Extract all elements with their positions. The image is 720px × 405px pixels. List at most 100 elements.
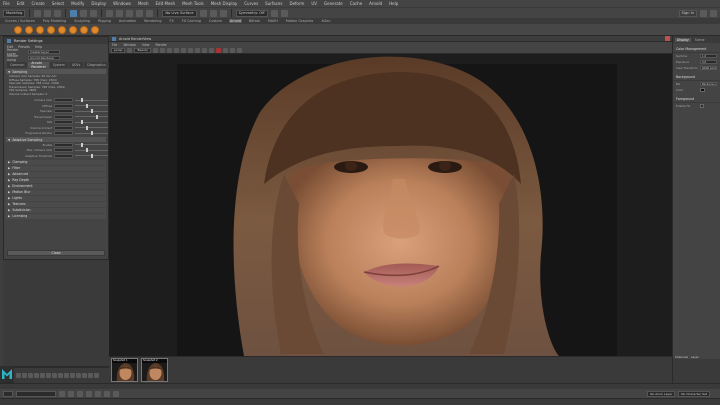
snap-view-icon[interactable]: [136, 9, 144, 17]
slider-knob[interactable]: [91, 153, 94, 158]
collapsed-section-header[interactable]: ▶ Advanced: [6, 171, 106, 177]
arnold-area-light-icon[interactable]: [25, 25, 33, 34]
shelf-tab[interactable]: Curves / Surfaces: [4, 19, 36, 23]
mode-dropdown[interactable]: Modeling: [3, 9, 26, 17]
property-value[interactable]: [54, 109, 74, 114]
collapsed-section-header[interactable]: ▶ Textures: [6, 201, 106, 207]
menu-item[interactable]: Help: [389, 1, 398, 6]
property-slider[interactable]: [75, 142, 108, 147]
toggle-icon[interactable]: [104, 390, 110, 397]
arnold-physical-sky-icon[interactable]: [69, 25, 77, 34]
shelf-tab[interactable]: Bifrost: [248, 19, 261, 23]
paint-select-icon[interactable]: [90, 9, 98, 17]
color-swatch[interactable]: [700, 87, 705, 93]
green-channel-icon[interactable]: [174, 47, 180, 53]
step-forward-icon[interactable]: [40, 373, 45, 378]
snapshot-thumbnail[interactable]: Snapshot 2: [141, 358, 168, 382]
color-management-header[interactable]: Color Management: [673, 43, 720, 53]
anim-layer-dropdown[interactable]: No Anim Layer: [647, 390, 676, 397]
collapsed-section-header[interactable]: ▶ Lights: [6, 195, 106, 201]
snap-curve-icon[interactable]: [116, 9, 124, 17]
render-layer-dropdown[interactable]: masterLayer: [28, 49, 60, 55]
property-value[interactable]: [54, 131, 74, 136]
settings-tab[interactable]: System: [49, 62, 68, 68]
property-slider[interactable]: [75, 114, 108, 119]
shelf-tab[interactable]: Motion Graphics: [285, 19, 315, 23]
menu-item[interactable]: Create: [31, 1, 44, 6]
property-value[interactable]: [54, 120, 74, 125]
shelf-tab[interactable]: Sculpting: [73, 19, 91, 23]
shelf-tab[interactable]: Rigging: [97, 19, 112, 23]
slider-knob[interactable]: [81, 98, 84, 103]
render-settings-titlebar[interactable]: Render Settings: [4, 37, 108, 44]
attribute-value[interactable]: 0.0: [700, 59, 717, 65]
autokey-icon[interactable]: [64, 373, 69, 378]
property-value[interactable]: [54, 103, 74, 108]
menu-item[interactable]: Curves: [244, 1, 258, 6]
camera-dropdown[interactable]: persp: [111, 47, 126, 53]
collapsed-section-header[interactable]: ▶ Licensing: [6, 213, 106, 219]
go-to-start-icon[interactable]: [16, 373, 21, 378]
slider-knob[interactable]: [96, 114, 99, 119]
go-to-end-icon[interactable]: [46, 373, 51, 378]
toggle-panel-icon[interactable]: [700, 9, 707, 17]
property-value[interactable]: [54, 142, 74, 147]
aov-dropdown[interactable]: Beauty: [134, 47, 152, 53]
collapsed-section-header[interactable]: ▶ Filter: [6, 165, 106, 171]
select-tool-icon[interactable]: [70, 9, 78, 17]
mel-dropdown[interactable]: [3, 390, 13, 397]
attribute-editor-icon[interactable]: [280, 9, 288, 17]
shelf-tab[interactable]: Rendering: [143, 19, 162, 23]
slider-knob[interactable]: [81, 142, 84, 147]
save-scene-icon[interactable]: [54, 9, 62, 17]
toggle-icon[interactable]: [86, 390, 92, 397]
property-value[interactable]: [54, 98, 74, 103]
shelf-tab[interactable]: FX: [169, 19, 175, 23]
new-scene-icon[interactable]: [34, 9, 42, 17]
menu-item[interactable]: Window: [123, 43, 136, 47]
settings-tab[interactable]: AOVs: [68, 62, 84, 68]
property-slider[interactable]: [75, 125, 108, 130]
loop-icon[interactable]: [52, 373, 57, 378]
anim-icon[interactable]: [94, 373, 99, 378]
render-using-dropdown[interactable]: Arnold Renderer: [28, 55, 60, 61]
command-input[interactable]: [16, 390, 56, 397]
collapsed-section-header[interactable]: ▶ Clamping: [6, 159, 106, 165]
sound-icon[interactable]: [76, 373, 81, 378]
slider-knob[interactable]: [91, 109, 94, 114]
property-slider[interactable]: [75, 109, 108, 114]
menu-item[interactable]: Edit: [17, 1, 25, 6]
arnold-flush-cache-icon[interactable]: [91, 25, 99, 34]
snap-point-icon[interactable]: [126, 9, 134, 17]
menu-item[interactable]: Surfaces: [265, 1, 282, 6]
stop-icon[interactable]: [216, 47, 222, 53]
attribute-value[interactable]: 1.0: [700, 53, 717, 59]
channel-box-tab[interactable]: Layer: [691, 355, 699, 359]
arnold-mesh-light-icon[interactable]: [47, 25, 55, 34]
fps-icon[interactable]: [88, 373, 93, 378]
slider-knob[interactable]: [86, 103, 89, 108]
play-back-icon[interactable]: [28, 373, 33, 378]
red-channel-icon[interactable]: [167, 47, 173, 53]
menu-item[interactable]: Select: [52, 1, 64, 6]
channel-box-tab[interactable]: Channels: [675, 355, 688, 359]
live-surface-dropdown[interactable]: No Live Surface: [162, 9, 197, 17]
render-icon[interactable]: [127, 47, 133, 53]
ab-compare-icon[interactable]: [202, 47, 208, 53]
menu-item[interactable]: Cache: [350, 1, 362, 6]
play-icon[interactable]: [209, 47, 215, 53]
toggle-panel-icon[interactable]: [710, 9, 717, 17]
settings-tab[interactable]: Arnold Renderer: [28, 61, 49, 69]
menu-item[interactable]: Mesh Tools: [182, 1, 204, 6]
settings-tab[interactable]: Common: [7, 62, 28, 68]
menu-item[interactable]: Render: [156, 43, 167, 47]
symmetry-dropdown[interactable]: Symmetry: Off: [235, 9, 268, 17]
toggle-icon[interactable]: [95, 390, 101, 397]
collapsed-section-header[interactable]: ▶ Subdivision: [6, 207, 106, 213]
key-icon[interactable]: [58, 373, 63, 378]
lock-icon[interactable]: [230, 47, 236, 53]
property-value[interactable]: [54, 153, 74, 158]
menu-item[interactable]: Display: [91, 1, 106, 6]
foreground-header[interactable]: Foreground: [673, 93, 720, 103]
arnold-standin-icon[interactable]: [80, 25, 88, 34]
